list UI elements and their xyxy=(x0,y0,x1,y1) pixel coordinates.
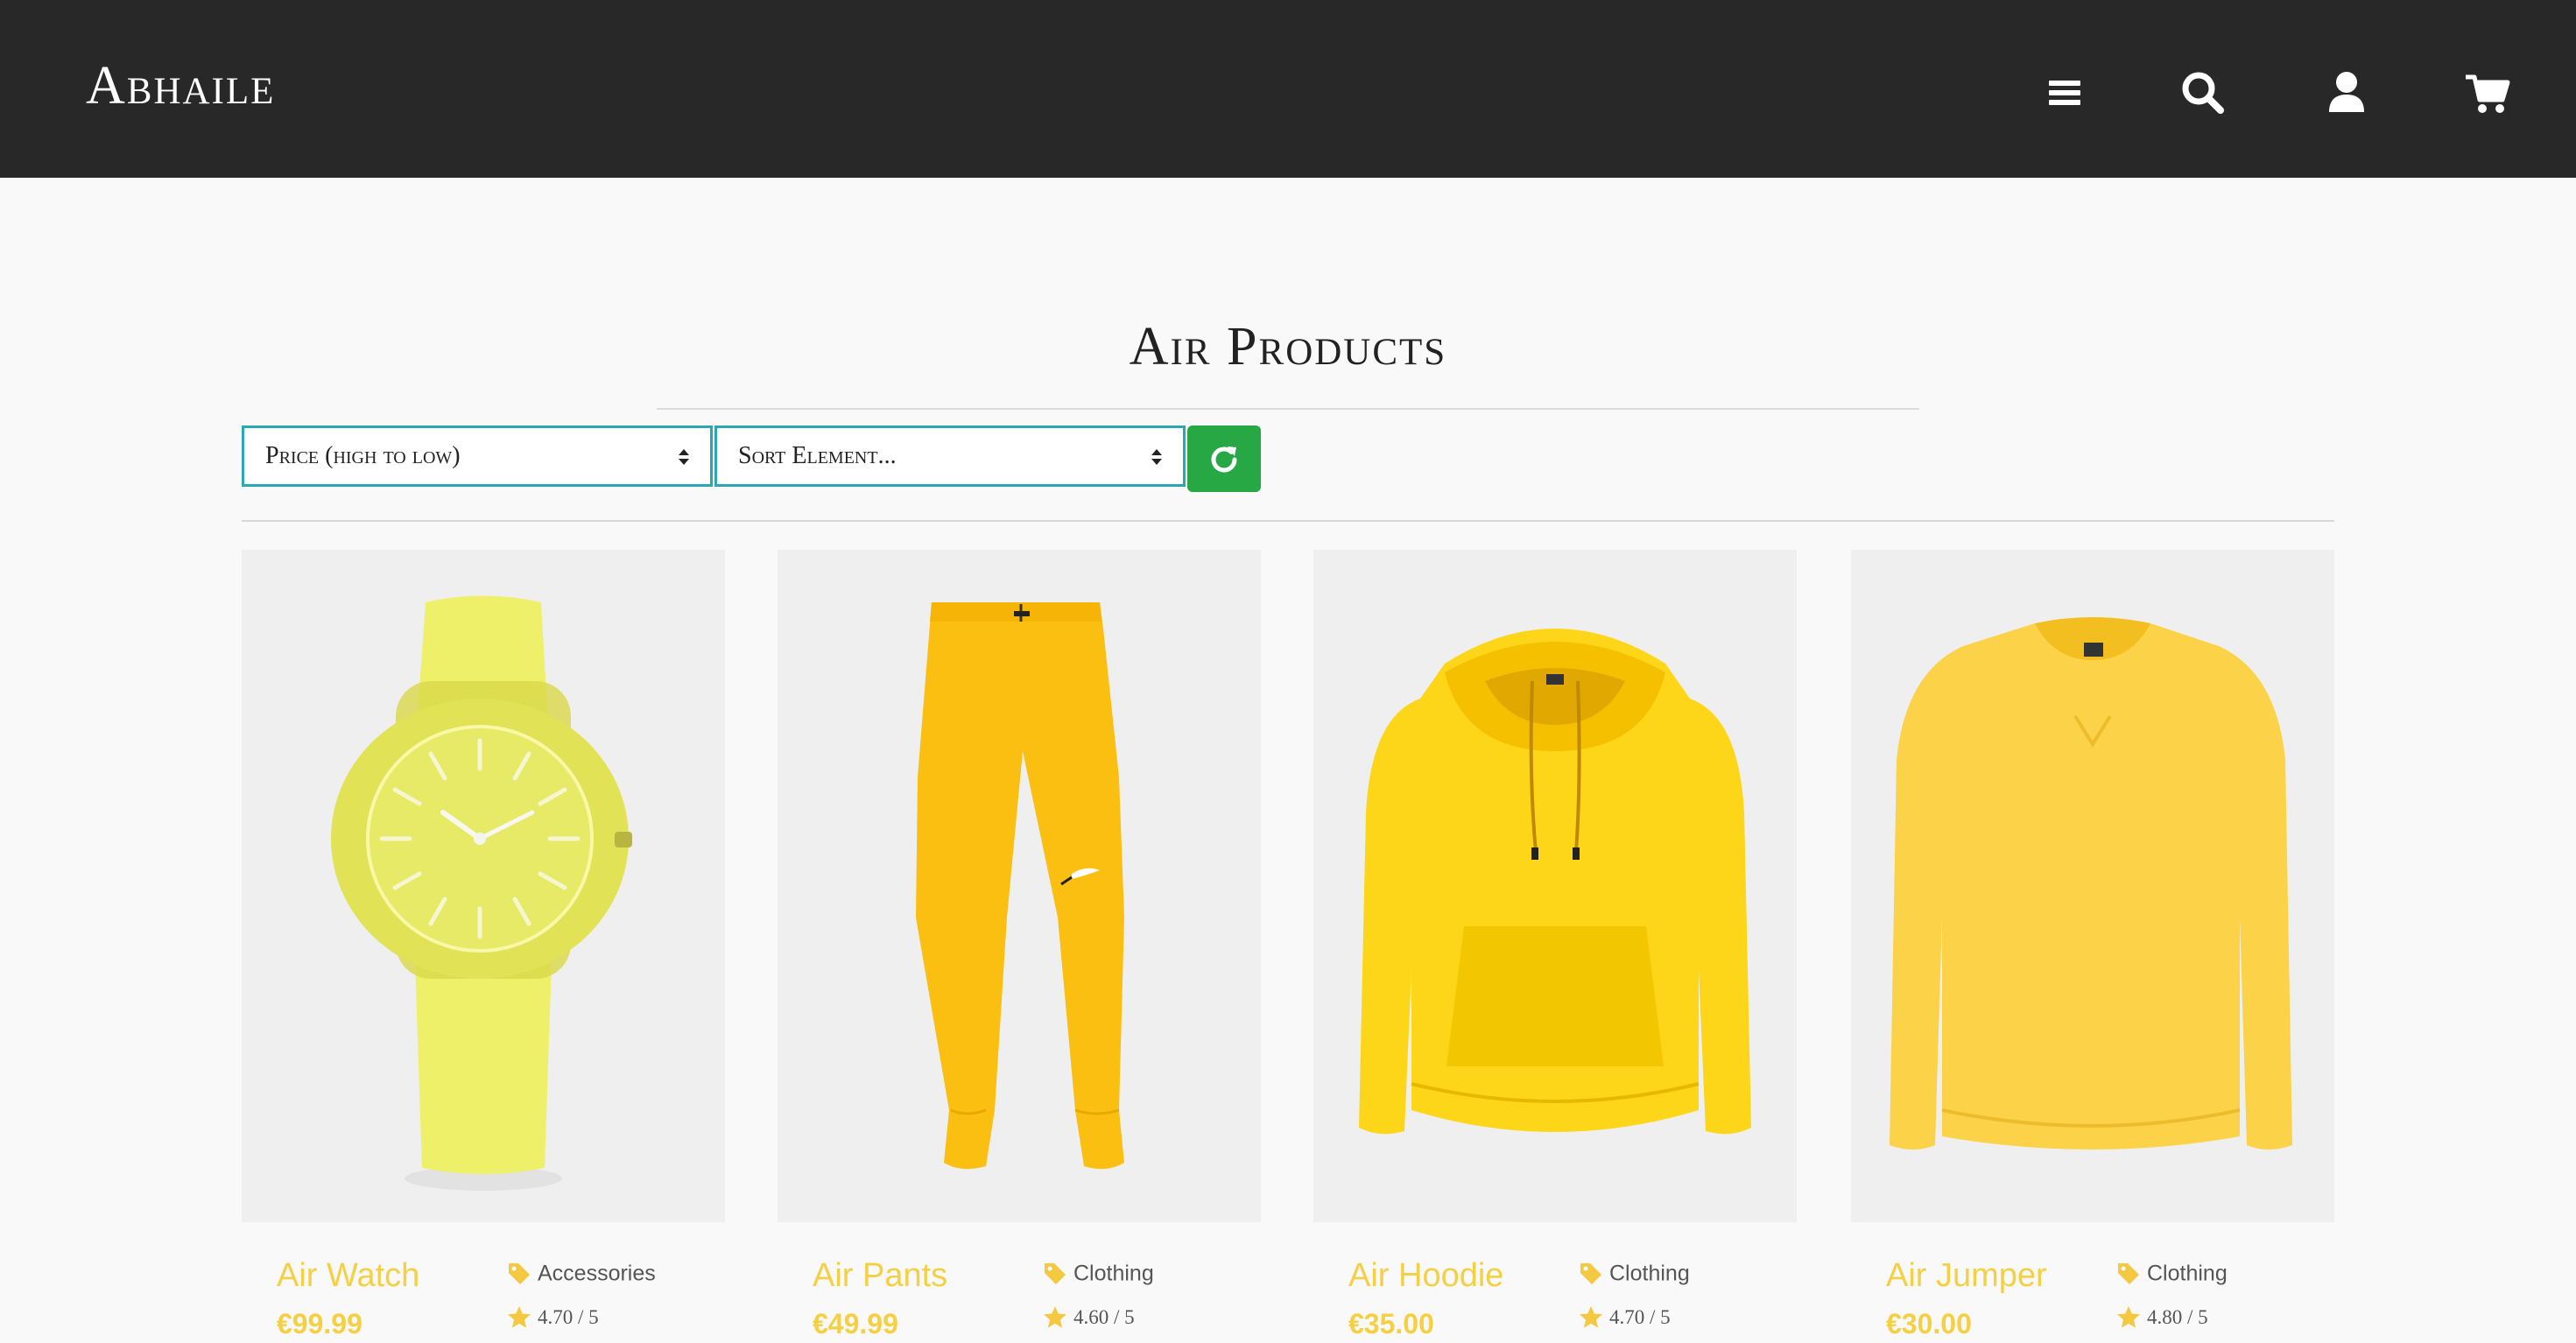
product-category-label: Accessories xyxy=(538,1261,656,1286)
tag-icon xyxy=(1045,1263,1066,1284)
product-rating: 4.70 / 5 xyxy=(1578,1304,1671,1334)
star-icon xyxy=(508,1306,531,1328)
search-icon[interactable] xyxy=(2177,67,2229,119)
product-category[interactable]: Clothing xyxy=(1578,1261,1690,1290)
product-category[interactable]: Clothing xyxy=(2115,1261,2228,1290)
cart-icon[interactable] xyxy=(2460,67,2513,119)
product-rating: 4.80 / 5 xyxy=(2115,1304,2208,1334)
product-name[interactable]: Air Hoodie xyxy=(1348,1255,1503,1296)
product-price: €35.00 xyxy=(1348,1308,1434,1339)
product-category-label: Clothing xyxy=(1609,1261,1690,1286)
navbar: Abhaile xyxy=(0,0,2576,178)
menu-icon[interactable] xyxy=(2038,67,2091,119)
page-title: Air Products xyxy=(1129,317,1447,376)
product-image-watch[interactable] xyxy=(242,550,725,1222)
product-rating: 4.60 / 5 xyxy=(1042,1304,1135,1334)
star-icon xyxy=(1580,1306,1602,1328)
filter-divider xyxy=(242,520,2334,522)
product-category-label: Clothing xyxy=(2147,1261,2228,1286)
product-rating-label: 4.60 / 5 xyxy=(1073,1306,1135,1328)
user-icon[interactable] xyxy=(2320,67,2373,119)
sort-select-value: Price (high to low) xyxy=(265,442,461,469)
title-divider xyxy=(657,408,1919,410)
tag-icon xyxy=(1580,1263,1601,1284)
product-category[interactable]: Clothing xyxy=(1042,1261,1154,1290)
element-select[interactable]: Sort Element... xyxy=(714,425,1186,487)
product-price: €99.99 xyxy=(277,1308,362,1339)
product-rating: 4.70 / 5 xyxy=(506,1304,599,1334)
element-select-value: Sort Element... xyxy=(738,442,897,469)
star-icon xyxy=(1044,1306,1066,1328)
product-image-jumper[interactable] xyxy=(1851,550,2334,1222)
product-rating-label: 4.70 / 5 xyxy=(1609,1306,1671,1328)
sort-select[interactable]: Price (high to low) xyxy=(242,425,713,487)
refresh-icon xyxy=(1211,446,1237,473)
product-name[interactable]: Air Pants xyxy=(813,1255,947,1296)
product-name[interactable]: Air Jumper xyxy=(1886,1255,2047,1296)
product-rating-label: 4.80 / 5 xyxy=(2147,1306,2208,1328)
product-price: €30.00 xyxy=(1886,1308,1972,1339)
product-name[interactable]: Air Watch xyxy=(277,1255,419,1296)
product-rating-label: 4.70 / 5 xyxy=(538,1306,599,1328)
star-icon xyxy=(2117,1306,2140,1328)
product-category-label: Clothing xyxy=(1073,1261,1154,1286)
tag-icon xyxy=(509,1263,530,1284)
select-caret-icon xyxy=(1151,449,1162,465)
product-image-pants[interactable] xyxy=(778,550,1261,1222)
brand-logo[interactable]: Abhaile xyxy=(86,54,275,117)
refresh-button[interactable] xyxy=(1187,425,1261,492)
product-category[interactable]: Accessories xyxy=(506,1261,656,1290)
product-price: €49.99 xyxy=(813,1308,898,1339)
select-caret-icon xyxy=(679,449,689,465)
product-image-hoodie[interactable] xyxy=(1313,550,1797,1222)
tag-icon xyxy=(2118,1263,2139,1284)
